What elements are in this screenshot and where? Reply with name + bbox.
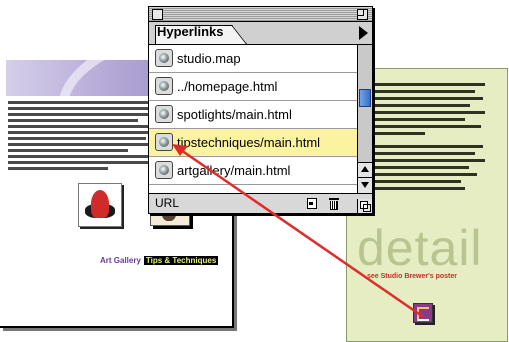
link-status-icon bbox=[155, 161, 173, 179]
hyperlink-url: ../homepage.html bbox=[177, 79, 278, 94]
resize-box-icon[interactable] bbox=[357, 199, 372, 213]
tab-hyperlinks-label: Hyperlinks bbox=[157, 24, 224, 39]
hyperlink-row[interactable]: spotlights/main.html bbox=[149, 101, 357, 129]
hyperlink-url: artgallery/main.html bbox=[177, 163, 291, 178]
hyperlinks-palette: Hyperlinks studio.map ../homepage.html s… bbox=[148, 6, 373, 214]
hyperlink-url: spotlights/main.html bbox=[177, 107, 292, 122]
scroll-thumb[interactable] bbox=[359, 89, 371, 107]
close-box-icon[interactable] bbox=[152, 9, 163, 20]
new-hyperlink-icon[interactable] bbox=[305, 197, 319, 209]
poster-caption: see Studio Brewer's poster bbox=[367, 273, 457, 280]
right-text-block bbox=[365, 79, 505, 194]
link-target-icon[interactable] bbox=[413, 303, 433, 323]
url-label: URL bbox=[155, 196, 180, 210]
page-links: Art Gallery Tips & Techniques bbox=[100, 256, 219, 265]
hyperlink-row[interactable]: ../homepage.html bbox=[149, 73, 357, 101]
link-status-icon bbox=[155, 105, 173, 123]
link-status-icon bbox=[155, 133, 173, 151]
art-gallery-link[interactable]: Art Gallery bbox=[100, 256, 141, 265]
zoom-box-icon[interactable] bbox=[357, 9, 368, 20]
art-thumbnail-red-figure[interactable] bbox=[78, 183, 122, 227]
hyperlink-url: studio.map bbox=[177, 51, 241, 66]
trash-icon[interactable] bbox=[327, 197, 341, 210]
list-scrollbar[interactable] bbox=[357, 45, 372, 193]
hyperlink-row[interactable]: studio.map bbox=[149, 45, 357, 73]
link-status-icon bbox=[155, 49, 173, 67]
body-text-block bbox=[8, 98, 158, 173]
hyperlink-url: tipstechniques/main.html bbox=[177, 135, 321, 150]
scroll-down-arrow-icon[interactable] bbox=[358, 177, 372, 193]
scroll-up-arrow-icon[interactable] bbox=[358, 162, 372, 177]
palette-status-bar: URL bbox=[149, 193, 372, 213]
link-status-icon bbox=[155, 77, 173, 95]
palette-menu-arrow-icon[interactable] bbox=[359, 26, 368, 40]
palette-titlebar[interactable] bbox=[149, 7, 372, 22]
hyperlink-row[interactable]: artgallery/main.html bbox=[149, 157, 357, 185]
palette-tab-bar: Hyperlinks bbox=[149, 22, 372, 45]
detail-watermark: detail bbox=[357, 220, 483, 276]
hyperlink-row-selected[interactable]: tipstechniques/main.html bbox=[149, 129, 357, 157]
hyperlink-list: studio.map ../homepage.html spotlights/m… bbox=[149, 45, 357, 193]
tips-techniques-link[interactable]: Tips & Techniques bbox=[143, 256, 219, 265]
